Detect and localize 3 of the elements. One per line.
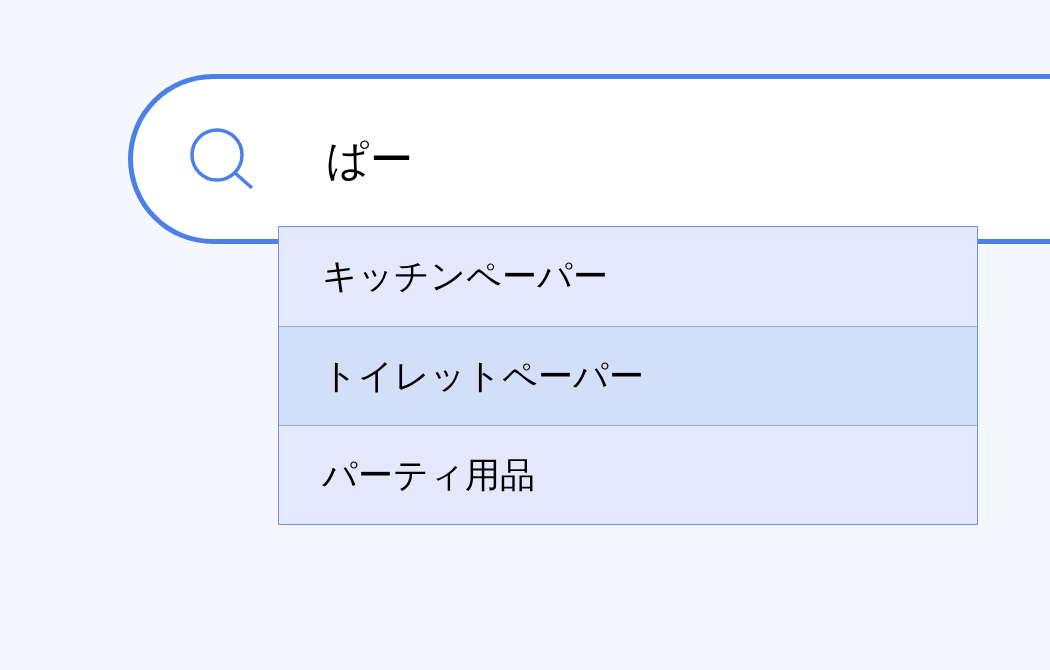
suggestion-item[interactable]: トイレットペーパー [279,326,977,425]
search-input[interactable]: ぱー [326,133,826,185]
search-icon [190,128,254,190]
